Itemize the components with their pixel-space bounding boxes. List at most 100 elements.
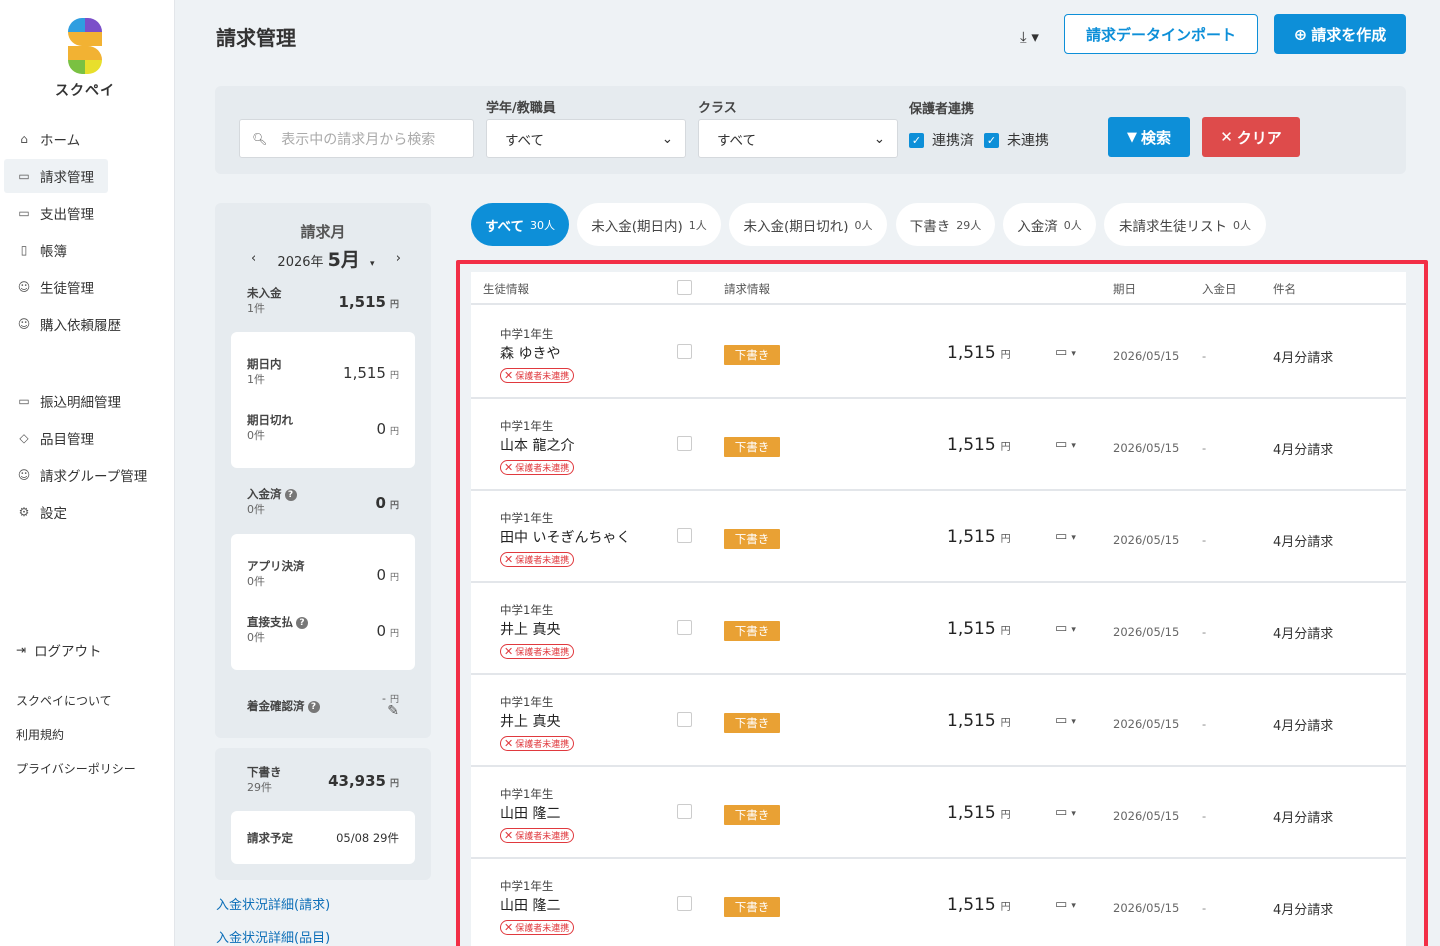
tab-label: 未入金(期日切れ) [743, 218, 849, 235]
unpaid-count: 1件 [247, 302, 265, 315]
amount-value: 1,515 [947, 803, 996, 823]
table-row[interactable]: 中学1年生 井上 真央 ✕ 保護者未連携 下書き 1,515 円 ▭ ▾ 2026/05/15 -… [471, 675, 1406, 767]
sidebar-item2-2[interactable]: ☺ 請求グループ管理 [4, 458, 170, 492]
student-name[interactable]: 井上 真央 [500, 619, 560, 639]
header-billing: 請求情報 [724, 282, 770, 296]
footer-link-terms[interactable]: 利用規約 [16, 726, 136, 760]
student-name[interactable]: 森 ゆきや [500, 343, 560, 363]
search-icon: 🔍︎ [252, 131, 268, 146]
student-name[interactable]: 山本 龍之介 [500, 435, 574, 455]
comment-icon[interactable]: ▭ ▾ [1055, 529, 1076, 544]
table-row[interactable]: 中学1年生 田中 いそぎんちゃく ✕ 保護者未連携 下書き 1,515 円 ▭ ▾ 2026/0… [471, 491, 1406, 583]
tab-4[interactable]: 入金済 0人 [1003, 203, 1096, 246]
caret-down-icon: ▾ [1071, 809, 1076, 819]
yen-unit: 円 [389, 300, 399, 310]
comment-icon[interactable]: ▭ ▾ [1055, 805, 1076, 820]
row-checkbox[interactable] [677, 712, 692, 727]
status-badge: 下書き [724, 437, 780, 457]
tab-count: 30人 [530, 218, 555, 232]
edit-icon[interactable]: ✎ [382, 703, 399, 719]
paid-date: - [1202, 901, 1207, 915]
tab-2[interactable]: 未入金(期日切れ) 0人 [729, 203, 887, 246]
sidebar-item2-1[interactable]: ◇ 品目管理 [4, 421, 170, 455]
table-row[interactable]: 中学1年生 山本 龍之介 ✕ 保護者未連携 下書き 1,515 円 ▭ ▾ 2026/05/15… [471, 399, 1406, 491]
select-all-checkbox[interactable] [677, 280, 692, 295]
help-icon[interactable]: ? [296, 617, 308, 629]
table-row[interactable]: 中学1年生 山田 隆二 ✕ 保護者未連携 下書き 1,515 円 ▭ ▾ 2026/05/15 -… [471, 859, 1406, 946]
help-icon[interactable]: ? [284, 489, 297, 501]
yen-unit: 円 [389, 779, 399, 789]
guardian-status-badge: ✕ 保護者未連携 [500, 736, 575, 751]
logo[interactable]: スクペイ [0, 18, 170, 100]
row-checkbox[interactable] [677, 436, 692, 451]
sidebar-item-2[interactable]: ▭ 支出管理 [4, 196, 170, 230]
import-button[interactable]: 請求データインポート [1064, 14, 1258, 54]
invoice-subject: 4月分請求 [1273, 903, 1334, 918]
sidebar-item-5[interactable]: ☺ 購入依頼履歴 [4, 307, 170, 341]
student-name[interactable]: 山田 隆二 [500, 895, 560, 915]
sidebar-item-3[interactable]: ▯ 帳簿 [4, 233, 170, 267]
table-row[interactable]: 中学1年生 山田 隆二 ✕ 保護者未連携 下書き 1,515 円 ▭ ▾ 2026/05/15 -… [471, 767, 1406, 859]
search-button[interactable]: ▼ 検索 [1108, 117, 1190, 157]
comment-icon[interactable]: ▭ ▾ [1055, 897, 1076, 912]
month-select[interactable]: 2026年 5月 ▾ [277, 245, 374, 272]
download-icon[interactable]: ⤓ ▾ [1020, 28, 1039, 46]
guardian-status-label: 保護者未連携 [515, 832, 570, 842]
comment-icon[interactable]: ▭ ▾ [1055, 621, 1076, 636]
chevron-right-icon[interactable]: › [396, 251, 401, 266]
link-payment-detail-item[interactable]: 入金状況詳細(品目) [216, 927, 330, 946]
sidebar-item-label: 品目管理 [40, 432, 94, 448]
row-checkbox[interactable] [677, 620, 692, 635]
due-date: 2026/05/15 [1113, 349, 1180, 363]
invoice-subject: 4月分請求 [1273, 811, 1334, 826]
chevron-down-icon: ⌄ [661, 130, 673, 147]
table-row[interactable]: 中学1年生森 ゆきや ✕ 保護者未連携 下書き 1,515 円 ▭ ▾ 2026/05/15 -… [471, 307, 1406, 399]
row-checkbox[interactable] [677, 528, 692, 543]
tab-5[interactable]: 未請求生徒リスト 0人 [1104, 203, 1266, 246]
sidebar-item-label: 請求グループ管理 [40, 469, 148, 485]
amount-value: 1,515 [947, 711, 996, 731]
logout-link[interactable]: ⇥ ログアウト [16, 640, 102, 660]
linked-checkbox[interactable]: ✓ [909, 132, 924, 148]
tab-0[interactable]: すべて 30人 [471, 203, 569, 246]
student-icon: ☺ [17, 280, 31, 294]
row-checkbox[interactable] [677, 896, 692, 911]
sidebar-item-label: 振込明細管理 [40, 395, 121, 411]
class-select[interactable]: すべて ⌄ [698, 119, 898, 158]
row-checkbox[interactable] [677, 804, 692, 819]
comment-icon[interactable]: ▭ ▾ [1055, 345, 1076, 360]
student-name[interactable]: 井上 真央 [500, 711, 560, 731]
sidebar-item2-3[interactable]: ⚙ 設定 [4, 495, 170, 529]
sidebar-item2-0[interactable]: ▭ 振込明細管理 [4, 384, 170, 418]
tab-label: 未入金(期日内) [591, 218, 683, 235]
comment-icon[interactable]: ▭ ▾ [1055, 713, 1076, 728]
paid-date: - [1202, 625, 1207, 639]
tab-3[interactable]: 下書き 29人 [896, 203, 995, 246]
comment-icon[interactable]: ▭ ▾ [1055, 437, 1076, 452]
link-payment-detail-invoice[interactable]: 入金状況詳細(請求) [216, 894, 330, 913]
yen-unit: 円 [389, 501, 399, 511]
clear-button[interactable]: ✕ クリア [1202, 117, 1300, 157]
student-name[interactable]: 田中 いそぎんちゃく [500, 527, 630, 547]
sidebar-item-0[interactable]: ⌂ ホーム [4, 122, 170, 156]
header-subject: 件名 [1273, 282, 1296, 296]
footer-link-privacy[interactable]: プライバシーポリシー [16, 760, 136, 794]
status-badge: 下書き [724, 805, 780, 825]
unlinked-checkbox[interactable]: ✓ [984, 132, 999, 148]
create-invoice-button[interactable]: ⊕ 請求を作成 [1274, 14, 1406, 54]
tab-1[interactable]: 未入金(期日内) 1人 [577, 203, 721, 246]
sidebar-item-1[interactable]: ▭ 請求管理 [4, 159, 108, 193]
table-row[interactable]: 中学1年生 井上 真央 ✕ 保護者未連携 下書き 1,515 円 ▭ ▾ 2026/05/15 -… [471, 583, 1406, 675]
guardian-status-label: 保護者未連携 [515, 924, 570, 934]
chevron-left-icon[interactable]: ‹ [251, 251, 256, 266]
direct-payment-count: 0件 [247, 631, 265, 644]
tab-count: 0人 [1063, 218, 1082, 232]
sidebar-item-4[interactable]: ☺ 生徒管理 [4, 270, 170, 304]
unpaid-amount: 1,515 [338, 293, 386, 311]
grade-select[interactable]: すべて ⌄ [486, 119, 686, 158]
row-checkbox[interactable] [677, 344, 692, 359]
search-input[interactable]: 🔍︎ 表示中の請求月から検索 [239, 119, 474, 158]
student-name[interactable]: 山田 隆二 [500, 803, 560, 823]
footer-link-about[interactable]: スクペイについて [16, 692, 136, 726]
help-icon[interactable]: ? [307, 701, 320, 713]
